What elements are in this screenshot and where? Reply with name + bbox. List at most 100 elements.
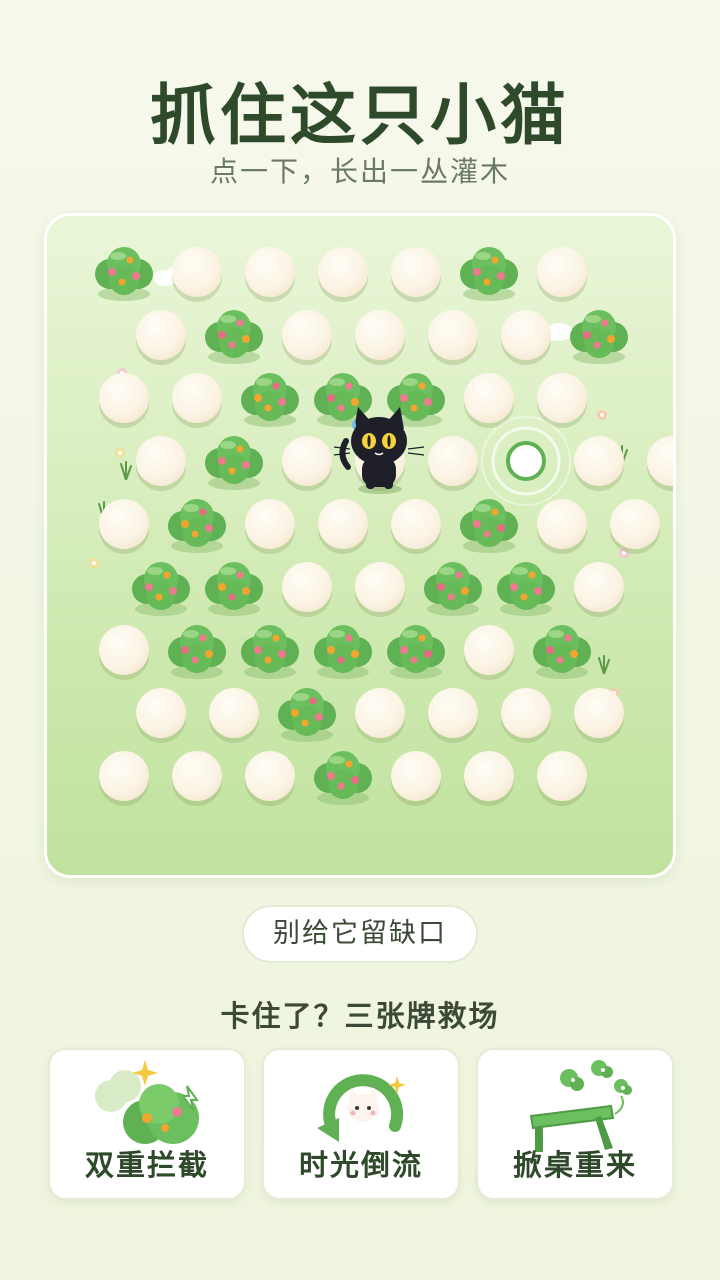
egg-cell[interactable] [532,494,592,554]
flower-icon [89,558,99,568]
bush-cell[interactable] [423,557,483,617]
bush-cell[interactable] [204,557,264,617]
egg-tile [610,499,660,549]
bush-cell[interactable] [496,557,556,617]
bush-icon [241,373,299,427]
egg-tile [391,247,441,297]
egg-tile [136,310,186,360]
bush-cell[interactable] [167,494,227,554]
egg-cell[interactable] [350,683,410,743]
card-time-rewind[interactable]: 时光倒流 [262,1048,460,1200]
egg-cell[interactable] [386,242,446,302]
bush-cell[interactable] [313,746,373,806]
bush-cell[interactable] [204,431,264,491]
flower-icon [115,448,125,458]
egg-cell[interactable] [496,683,556,743]
bush-icon [205,310,263,364]
egg-tile [391,499,441,549]
game-board[interactable] [44,213,676,878]
egg-tile [99,625,149,675]
egg-cell[interactable] [350,557,410,617]
egg-tile [318,247,368,297]
bush-icon [424,562,482,616]
bush-cell[interactable] [459,242,519,302]
tip-pill: 别给它留缺口 [242,905,478,963]
bush-cell[interactable] [167,620,227,680]
egg-cell[interactable] [350,305,410,365]
egg-tile [537,751,587,801]
egg-tile [355,688,405,738]
egg-tile [355,562,405,612]
cat-cell[interactable] [333,407,425,494]
egg-cell[interactable] [496,305,556,365]
egg-cell[interactable] [532,746,592,806]
egg-cell[interactable] [167,746,227,806]
bush-cell[interactable] [240,368,300,428]
egg-cell[interactable] [204,683,264,743]
bush-icon [460,499,518,553]
egg-tile [99,373,149,423]
egg-cell[interactable] [569,683,629,743]
egg-cell[interactable] [240,242,300,302]
egg-cell[interactable] [313,242,373,302]
egg-cell[interactable] [423,431,483,491]
egg-cell[interactable] [459,620,519,680]
flower-icon [597,410,607,420]
target-cell[interactable] [481,416,571,506]
egg-tile [209,688,259,738]
egg-tile [136,436,186,486]
bush-cell[interactable] [240,620,300,680]
egg-cell[interactable] [605,494,665,554]
egg-tile [501,310,551,360]
egg-tile [282,436,332,486]
egg-cell[interactable] [131,305,191,365]
egg-cell[interactable] [423,683,483,743]
bush-cell[interactable] [277,683,337,743]
egg-cell[interactable] [277,557,337,617]
egg-tile [574,688,624,738]
egg-cell[interactable] [569,557,629,617]
egg-cell[interactable] [131,683,191,743]
bush-icon [205,436,263,490]
egg-cell[interactable] [94,746,154,806]
egg-cell[interactable] [386,494,446,554]
egg-cell[interactable] [240,746,300,806]
egg-cell[interactable] [131,431,191,491]
egg-cell[interactable] [167,368,227,428]
bush-cell[interactable] [569,305,629,365]
egg-tile [537,499,587,549]
egg-cell[interactable] [94,620,154,680]
bush-cell[interactable] [204,305,264,365]
bush-icon [460,247,518,301]
egg-tile [501,688,551,738]
egg-tile [245,499,295,549]
card-flip-table[interactable]: 掀桌重来 [476,1048,674,1200]
egg-tile [172,373,222,423]
card-double-block[interactable]: 双重拦截 [48,1048,246,1200]
bush-icon [314,625,372,679]
egg-cell[interactable] [569,431,629,491]
bush-cell[interactable] [532,620,592,680]
egg-cell[interactable] [386,746,446,806]
egg-cell[interactable] [167,242,227,302]
egg-cell[interactable] [532,242,592,302]
bush-cell[interactable] [131,557,191,617]
page-title: 抓住这只小猫 [150,77,570,154]
egg-cell[interactable] [277,305,337,365]
egg-cell[interactable] [313,494,373,554]
bush-icon [278,688,336,742]
egg-cell[interactable] [94,494,154,554]
bush-cell[interactable] [386,620,446,680]
bush-cell[interactable] [94,242,154,302]
egg-tile [355,310,405,360]
bush-icon [241,625,299,679]
egg-cell[interactable] [642,431,673,491]
egg-cell[interactable] [423,305,483,365]
egg-cell[interactable] [459,746,519,806]
bush-cell[interactable] [313,620,373,680]
egg-cell[interactable] [240,494,300,554]
egg-cell[interactable] [277,431,337,491]
egg-cell[interactable] [94,368,154,428]
bush-cell[interactable] [459,494,519,554]
grass-icon [598,655,610,674]
